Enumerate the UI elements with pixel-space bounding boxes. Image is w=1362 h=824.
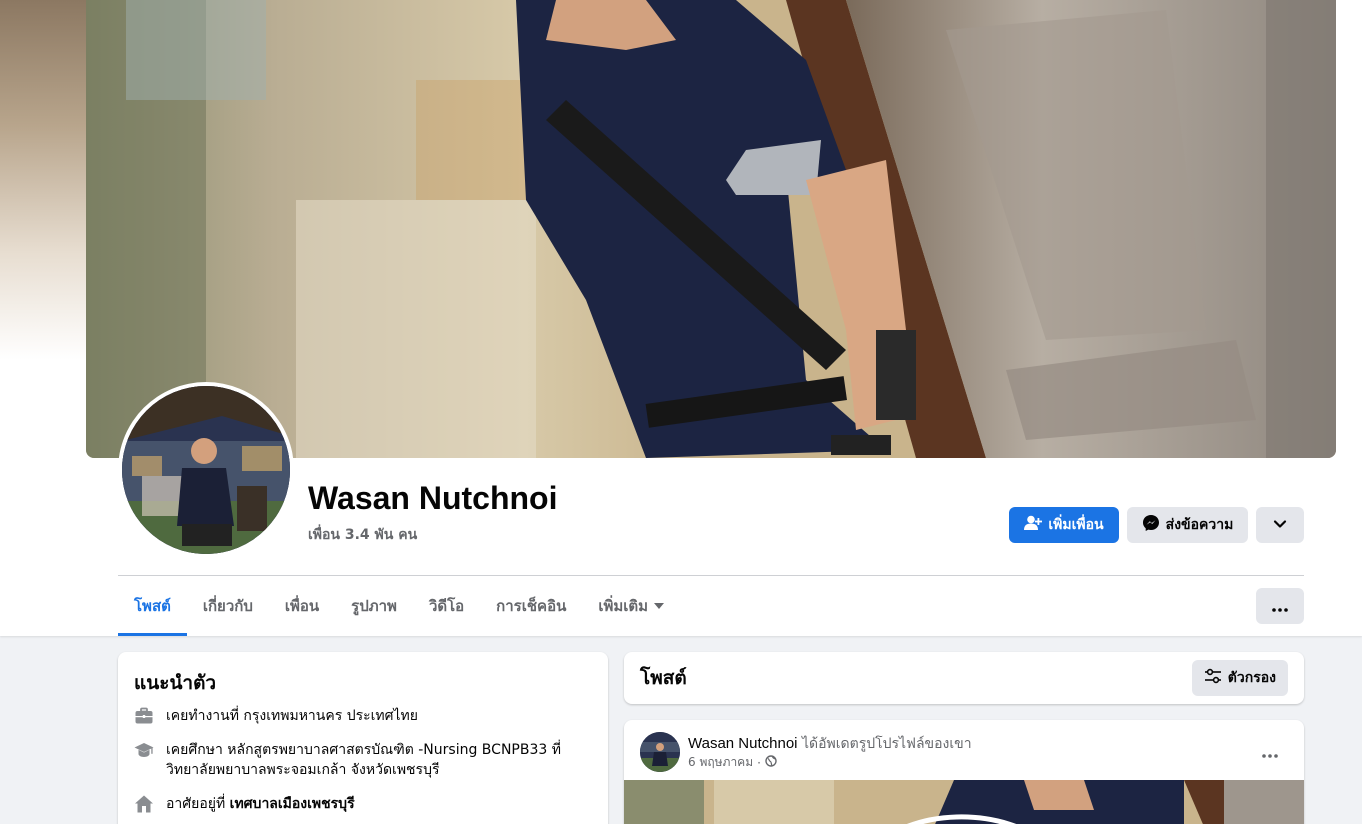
tab-label: โพสต์ — [134, 597, 171, 615]
post-image[interactable] — [624, 780, 1304, 824]
tab-about[interactable]: เกี่ยวกับ — [187, 576, 269, 636]
tab-more[interactable]: เพิ่มเติม — [582, 576, 680, 636]
post-action-text: ได้อัพเดตรูปโปรไฟล์ของเขา — [797, 736, 972, 752]
intro-lives-prefix: อาศัยอยู่ที่ — [166, 796, 230, 812]
intro-work-place[interactable]: กรุงเทพมหานคร ประเทศไทย — [243, 708, 418, 724]
tab-label: วิดีโอ — [428, 597, 465, 615]
tab-videos[interactable]: วิดีโอ — [413, 576, 480, 636]
tab-posts[interactable]: โพสต์ — [118, 576, 187, 636]
tab-checkins[interactable]: การเช็คอิน — [480, 576, 582, 636]
posts-header-card: โพสต์ ตัวกรอง — [624, 652, 1304, 704]
post-card: Wasan Nutchnoi ได้อัพเดตรูปโปรไฟล์ของเขา… — [624, 720, 1304, 824]
intro-lives-text: อาศัยอยู่ที่ เทศบาลเมืองเพชรบุรี — [166, 794, 355, 814]
profile-avatar[interactable] — [118, 382, 294, 558]
message-label: ส่งข้อความ — [1165, 517, 1234, 533]
more-horizontal-icon — [1262, 743, 1278, 762]
home-icon — [134, 794, 154, 814]
posts-title: โพสต์ — [640, 667, 687, 689]
separator-dot: · — [757, 755, 761, 770]
tab-label: เพิ่มเติม — [598, 597, 649, 615]
filter-icon — [1204, 668, 1222, 688]
intro-lives-place[interactable]: เทศบาลเมืองเพชรบุรี — [230, 796, 355, 812]
post-author-avatar[interactable] — [640, 732, 680, 772]
background-fade — [0, 0, 86, 360]
graduation-cap-icon — [134, 740, 154, 760]
message-button[interactable]: ส่งข้อความ — [1127, 507, 1248, 543]
intro-work-text: เคยทำงานที่ กรุงเทพมหานคร ประเทศไทย — [166, 706, 418, 726]
profile-options-button[interactable] — [1256, 507, 1304, 543]
post-options-button[interactable] — [1252, 734, 1288, 770]
more-horizontal-icon — [1272, 597, 1288, 616]
globe-icon[interactable] — [765, 755, 777, 770]
intro-lives: อาศัยอยู่ที่ เทศบาลเมืองเพชรบุรี — [134, 794, 592, 814]
briefcase-icon — [134, 706, 154, 726]
caret-down-icon — [654, 603, 665, 609]
filter-button[interactable]: ตัวกรอง — [1191, 660, 1288, 696]
profile-photo — [122, 386, 290, 554]
profile-tabs: โพสต์ เกี่ยวกับ เพื่อน รูปภาพ วิดีโอ การ… — [118, 576, 680, 636]
filter-label: ตัวกรอง — [1227, 670, 1276, 686]
messenger-icon — [1142, 514, 1160, 536]
tab-label: การเช็คอิน — [496, 597, 567, 615]
tab-friends[interactable]: เพื่อน — [269, 576, 335, 636]
intro-work: เคยทำงานที่ กรุงเทพมหานคร ประเทศไทย — [134, 706, 592, 726]
post-author-name[interactable]: Wasan Nutchnoi — [688, 735, 798, 752]
tabs-more-options-button[interactable] — [1256, 588, 1304, 624]
cover-photo[interactable] — [86, 0, 1336, 458]
profile-name: Wasan Nutchnoi — [308, 480, 558, 516]
post-subline: 6 พฤษภาคม · — [688, 753, 777, 772]
intro-card: แนะนำตัว เคยทำงานที่ กรุงเทพมหานคร ประเท… — [118, 652, 608, 824]
tab-label: เพื่อน — [284, 597, 320, 615]
add-friend-button[interactable]: เพิ่มเพื่อน — [1009, 507, 1119, 543]
add-friend-icon — [1024, 515, 1043, 535]
post-date[interactable]: 6 พฤษภาคม — [688, 753, 753, 772]
tab-photos[interactable]: รูปภาพ — [335, 576, 413, 636]
tab-label: รูปภาพ — [351, 597, 397, 615]
intro-title: แนะนำตัว — [134, 672, 217, 694]
profile-header-area: Wasan Nutchnoi เพื่อน 3.4 พัน คน เพิ่มเพ… — [0, 0, 1362, 636]
post-header-line: Wasan Nutchnoi ได้อัพเดตรูปโปรไฟล์ของเขา — [688, 733, 972, 755]
intro-work-prefix: เคยทำงานที่ — [166, 708, 244, 724]
friends-count[interactable]: เพื่อน 3.4 พัน คน — [308, 524, 417, 546]
chevron-down-icon — [1273, 517, 1287, 533]
add-friend-label: เพิ่มเพื่อน — [1048, 517, 1104, 533]
intro-education-text: เคยศึกษา หลักสูตรพยาบาลศาสตรบัณฑิต -Nurs… — [166, 742, 561, 778]
intro-education: เคยศึกษา หลักสูตรพยาบาลศาสตรบัณฑิต -Nurs… — [134, 740, 592, 780]
tab-label: เกี่ยวกับ — [202, 597, 253, 615]
